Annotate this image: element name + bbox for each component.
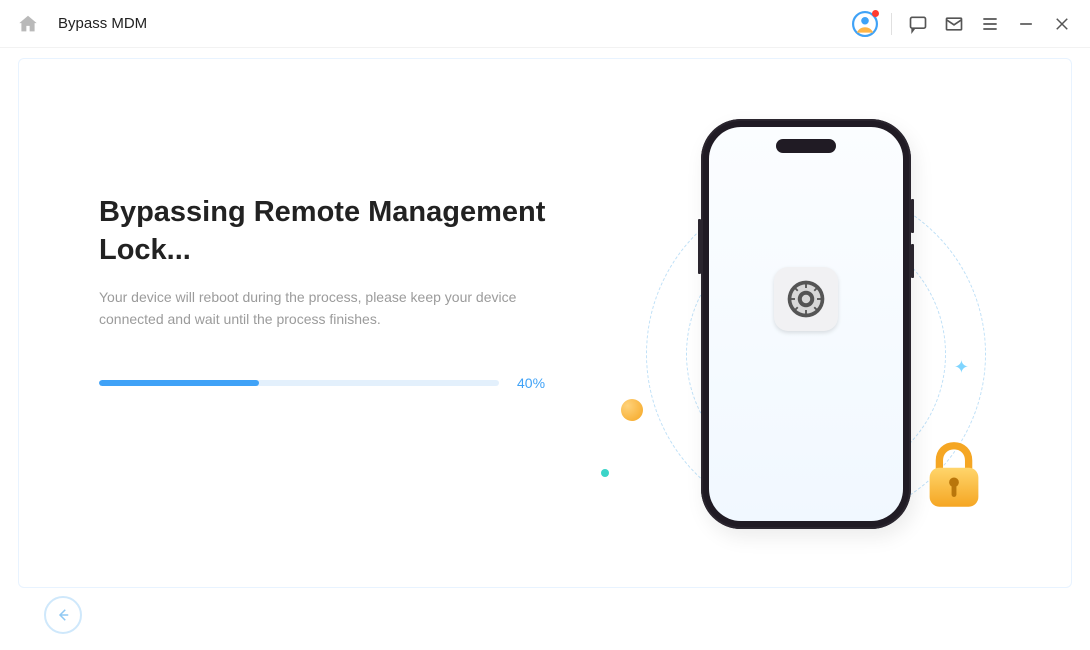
status-pane: Bypassing Remote Management Lock... Your… — [99, 194, 559, 391]
status-description: Your device will reboot during the proce… — [99, 287, 539, 330]
menu-icon[interactable] — [974, 8, 1006, 40]
footer — [0, 586, 1090, 650]
settings-gear-icon — [774, 267, 838, 331]
avatar-icon[interactable] — [849, 8, 881, 40]
title-bar: Bypass MDM — [0, 0, 1090, 48]
dynamic-island-icon — [776, 139, 836, 153]
orange-dot-icon — [621, 399, 643, 421]
padlock-icon — [915, 436, 993, 514]
sparkle-icon: ✦ — [954, 357, 969, 378]
main-card: Bypassing Remote Management Lock... Your… — [18, 58, 1072, 588]
toolbar-divider — [891, 13, 892, 35]
phone-side-button-icon — [698, 219, 701, 274]
close-icon[interactable] — [1046, 8, 1078, 40]
teal-dot-icon — [601, 469, 609, 477]
minimize-icon[interactable] — [1010, 8, 1042, 40]
phone-side-button-icon — [911, 199, 914, 233]
back-icon — [54, 606, 72, 624]
progress-track — [99, 380, 499, 386]
phone-illustration: ✦ — [631, 169, 1001, 539]
phone-side-button-icon — [911, 244, 914, 278]
home-icon[interactable] — [12, 8, 44, 40]
progress-label: 40% — [517, 375, 545, 391]
progress-bar: 40% — [99, 375, 559, 391]
phone-frame-icon — [701, 119, 911, 529]
notification-dot-icon — [872, 10, 879, 17]
status-heading: Bypassing Remote Management Lock... — [99, 194, 559, 269]
page-title: Bypass MDM — [58, 15, 147, 32]
chat-icon[interactable] — [902, 8, 934, 40]
progress-fill — [99, 380, 259, 386]
back-button[interactable] — [44, 596, 82, 634]
mail-icon[interactable] — [938, 8, 970, 40]
phone-screen — [709, 127, 903, 521]
